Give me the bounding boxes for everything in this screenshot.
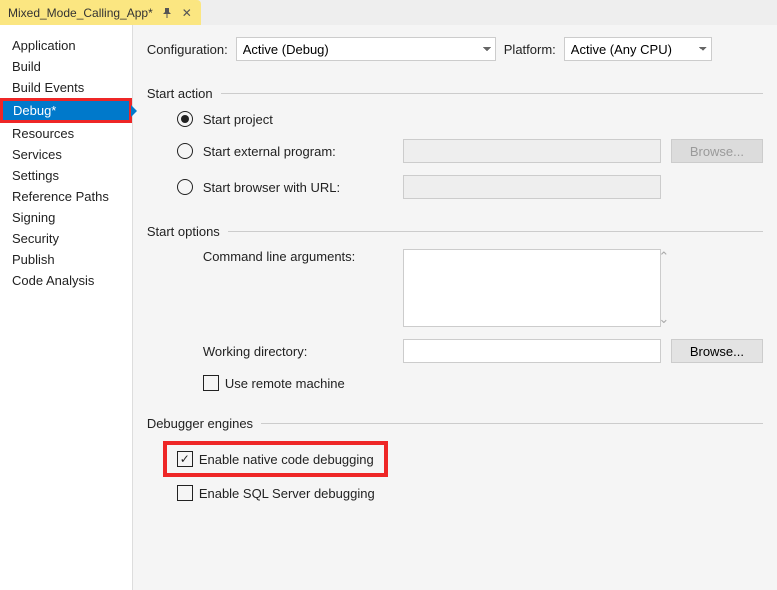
configuration-label: Configuration: [147, 42, 228, 57]
cmd-args-label: Command line arguments: [203, 249, 393, 264]
radio-start-browser[interactable] [177, 179, 193, 195]
document-tab[interactable]: Mixed_Mode_Calling_App* ✕ [0, 0, 201, 25]
section-title: Start options [147, 224, 220, 239]
section-start-options: Start options Command line arguments: ⌃⌄… [147, 224, 763, 391]
section-debugger-engines: Debugger engines Enable native code debu… [147, 416, 763, 501]
checkbox-enable-sql-label[interactable]: Enable SQL Server debugging [199, 486, 375, 501]
sidebar-item-publish[interactable]: Publish [0, 249, 132, 270]
divider [261, 423, 763, 424]
platform-label: Platform: [504, 42, 556, 57]
configuration-select[interactable]: Active (Debug) [236, 37, 496, 61]
browse-external-button[interactable]: Browse... [671, 139, 763, 163]
highlight-enable-native: Enable native code debugging [163, 441, 388, 477]
sidebar-item-services[interactable]: Services [0, 144, 132, 165]
sidebar-item-build-events[interactable]: Build Events [0, 77, 132, 98]
checkbox-remote[interactable] [203, 375, 219, 391]
working-dir-field[interactable] [403, 339, 661, 363]
tab-bar: Mixed_Mode_Calling_App* ✕ [0, 0, 777, 25]
tab-title: Mixed_Mode_Calling_App* [8, 6, 153, 20]
section-start-action: Start action Start project Start externa… [147, 86, 763, 199]
sidebar-item-application[interactable]: Application [0, 35, 132, 56]
checkbox-remote-label[interactable]: Use remote machine [225, 376, 345, 391]
sidebar-item-signing[interactable]: Signing [0, 207, 132, 228]
radio-start-project[interactable] [177, 111, 193, 127]
sidebar-item-reference-paths[interactable]: Reference Paths [0, 186, 132, 207]
cmd-args-field[interactable] [403, 249, 661, 327]
external-program-field[interactable] [403, 139, 661, 163]
divider [221, 93, 763, 94]
section-title: Start action [147, 86, 213, 101]
browse-working-dir-button[interactable]: Browse... [671, 339, 763, 363]
sidebar-item-security[interactable]: Security [0, 228, 132, 249]
sidebar-item-resources[interactable]: Resources [0, 123, 132, 144]
radio-start-project-label[interactable]: Start project [203, 112, 273, 127]
working-dir-label: Working directory: [203, 344, 393, 359]
section-title: Debugger engines [147, 416, 253, 431]
radio-start-browser-label[interactable]: Start browser with URL: [203, 180, 393, 195]
pin-icon[interactable] [161, 7, 173, 19]
divider [228, 231, 763, 232]
platform-select[interactable]: Active (Any CPU) [564, 37, 712, 61]
sidebar: Application Build Build Events Debug* Re… [0, 25, 133, 590]
radio-start-external-label[interactable]: Start external program: [203, 144, 393, 159]
sidebar-item-debug[interactable]: Debug* [0, 98, 132, 123]
sidebar-item-build[interactable]: Build [0, 56, 132, 77]
sidebar-item-code-analysis[interactable]: Code Analysis [0, 270, 132, 291]
checkbox-enable-native[interactable] [177, 451, 193, 467]
radio-start-external[interactable] [177, 143, 193, 159]
content-panel: Configuration: Active (Debug) Platform: … [133, 25, 777, 590]
close-icon[interactable]: ✕ [181, 7, 193, 19]
browser-url-field[interactable] [403, 175, 661, 199]
sidebar-item-settings[interactable]: Settings [0, 165, 132, 186]
checkbox-enable-native-label[interactable]: Enable native code debugging [199, 452, 374, 467]
checkbox-enable-sql[interactable] [177, 485, 193, 501]
